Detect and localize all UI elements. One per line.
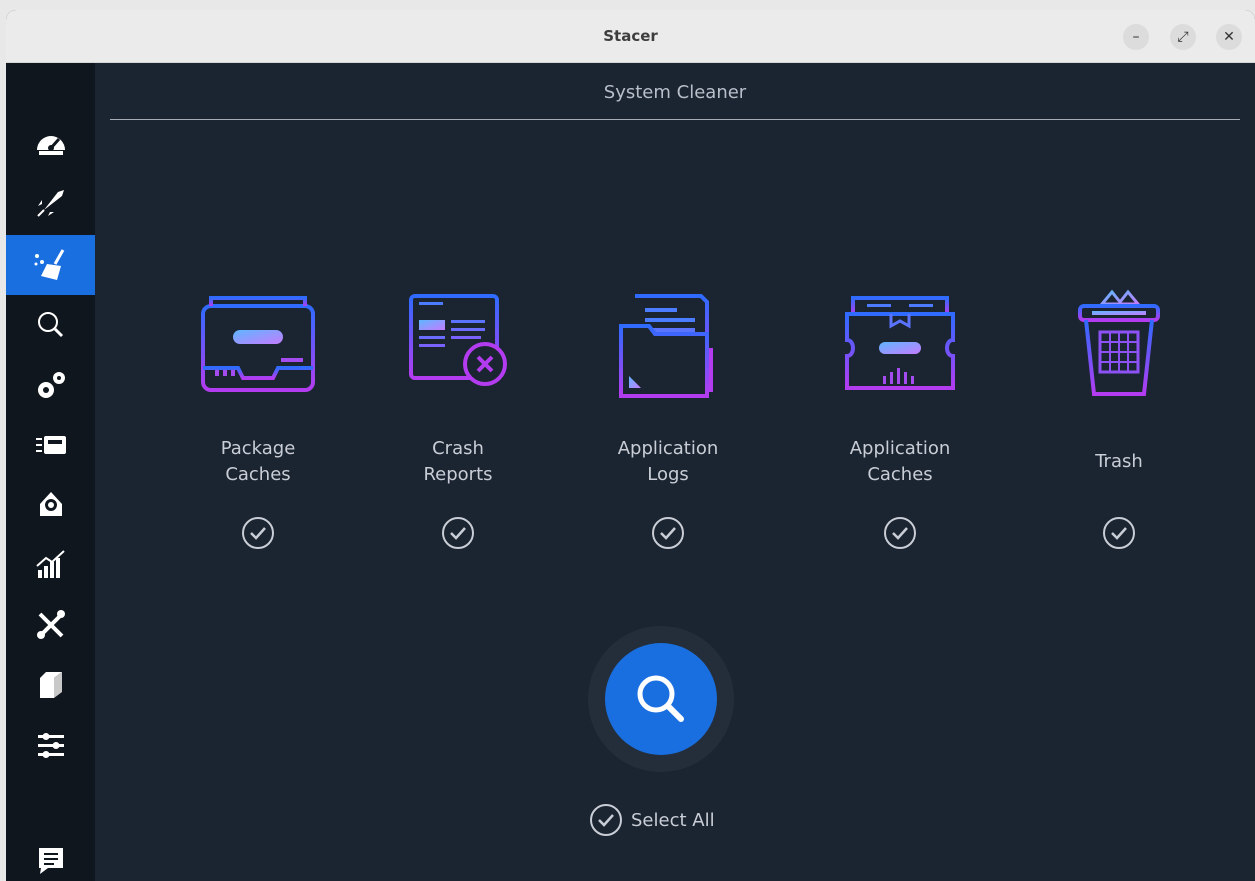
crash-reports-icon — [407, 294, 507, 386]
cleaner-item-label: Application Logs — [617, 438, 719, 485]
minimize-button[interactable]: – — [1123, 24, 1149, 50]
application-caches-icon — [845, 296, 955, 390]
maximize-button[interactable]: ⤢ — [1170, 24, 1196, 50]
sidebar-item-resources[interactable] — [6, 535, 95, 595]
cleaner-item-label: Crash Reports — [423, 438, 493, 485]
cleaner-item-trash[interactable]: Trash — [1024, 288, 1214, 568]
sidebar-item-feedback[interactable] — [6, 831, 95, 881]
sidebar — [6, 63, 95, 881]
stacer-window: Stacer – ⤢ ✕ System Cleaner Package Cach… — [6, 10, 1255, 881]
select-all-checkbox[interactable]: Select All — [589, 803, 715, 837]
title-bar: Stacer – ⤢ ✕ — [6, 10, 1255, 63]
cleaner-item-label: Application Caches — [849, 438, 951, 485]
sidebar-item-uninstaller[interactable] — [6, 475, 95, 535]
cleaner-item-application-caches[interactable]: Application Caches — [805, 288, 995, 568]
system-cleaner-panel: System Cleaner Package Caches Crash Repo… — [95, 63, 1255, 881]
checkbox-checked-icon — [590, 804, 622, 836]
package-box-icon — [39, 672, 62, 698]
cleaner-item-package-caches[interactable]: Package Caches — [163, 288, 353, 568]
select-all-label: Select All — [631, 809, 715, 831]
checkbox-checked-icon[interactable] — [883, 516, 917, 550]
resources-chart-icon — [35, 550, 65, 578]
checkbox-checked-icon[interactable] — [441, 516, 475, 550]
gears-icon — [37, 372, 65, 398]
sidebar-item-settings[interactable] — [6, 715, 95, 775]
sidebar-item-system-cleaner[interactable] — [6, 235, 95, 295]
cleaner-item-application-logs[interactable]: Application Logs — [573, 288, 763, 568]
cleaner-item-label: Trash — [1095, 451, 1143, 472]
checkbox-checked-icon[interactable] — [241, 516, 275, 550]
sidebar-item-startup-apps[interactable] — [6, 173, 95, 233]
processes-icon — [35, 436, 66, 454]
feedback-icon — [38, 848, 63, 874]
broom-icon — [34, 249, 64, 280]
settings-sliders-icon — [37, 733, 64, 758]
sidebar-item-tools[interactable] — [6, 595, 95, 655]
close-button[interactable]: ✕ — [1216, 24, 1242, 50]
dashboard-icon — [36, 136, 65, 155]
package-caches-icon — [201, 296, 315, 392]
uninstaller-icon — [39, 492, 62, 516]
scan-button-ring — [588, 626, 734, 772]
sidebar-item-processes[interactable] — [6, 415, 95, 475]
cleaner-item-label: Package Caches — [220, 438, 296, 485]
page-title: System Cleaner — [110, 63, 1240, 120]
scan-button[interactable] — [605, 643, 717, 755]
rocket-icon — [36, 190, 64, 217]
search-icon — [637, 675, 684, 722]
tools-icon — [36, 610, 65, 639]
search-icon — [37, 312, 63, 338]
checkbox-checked-icon[interactable] — [1102, 516, 1136, 550]
cleaner-item-crash-reports[interactable]: Crash Reports — [363, 288, 553, 568]
checkbox-checked-icon[interactable] — [651, 516, 685, 550]
sidebar-item-search[interactable] — [6, 295, 95, 355]
sidebar-item-dashboard[interactable] — [6, 113, 95, 173]
application-logs-icon — [619, 294, 713, 398]
sidebar-item-apt-repository[interactable] — [6, 655, 95, 715]
sidebar-item-services[interactable] — [6, 355, 95, 415]
trash-icon — [1078, 289, 1160, 396]
window-title: Stacer — [603, 27, 658, 45]
